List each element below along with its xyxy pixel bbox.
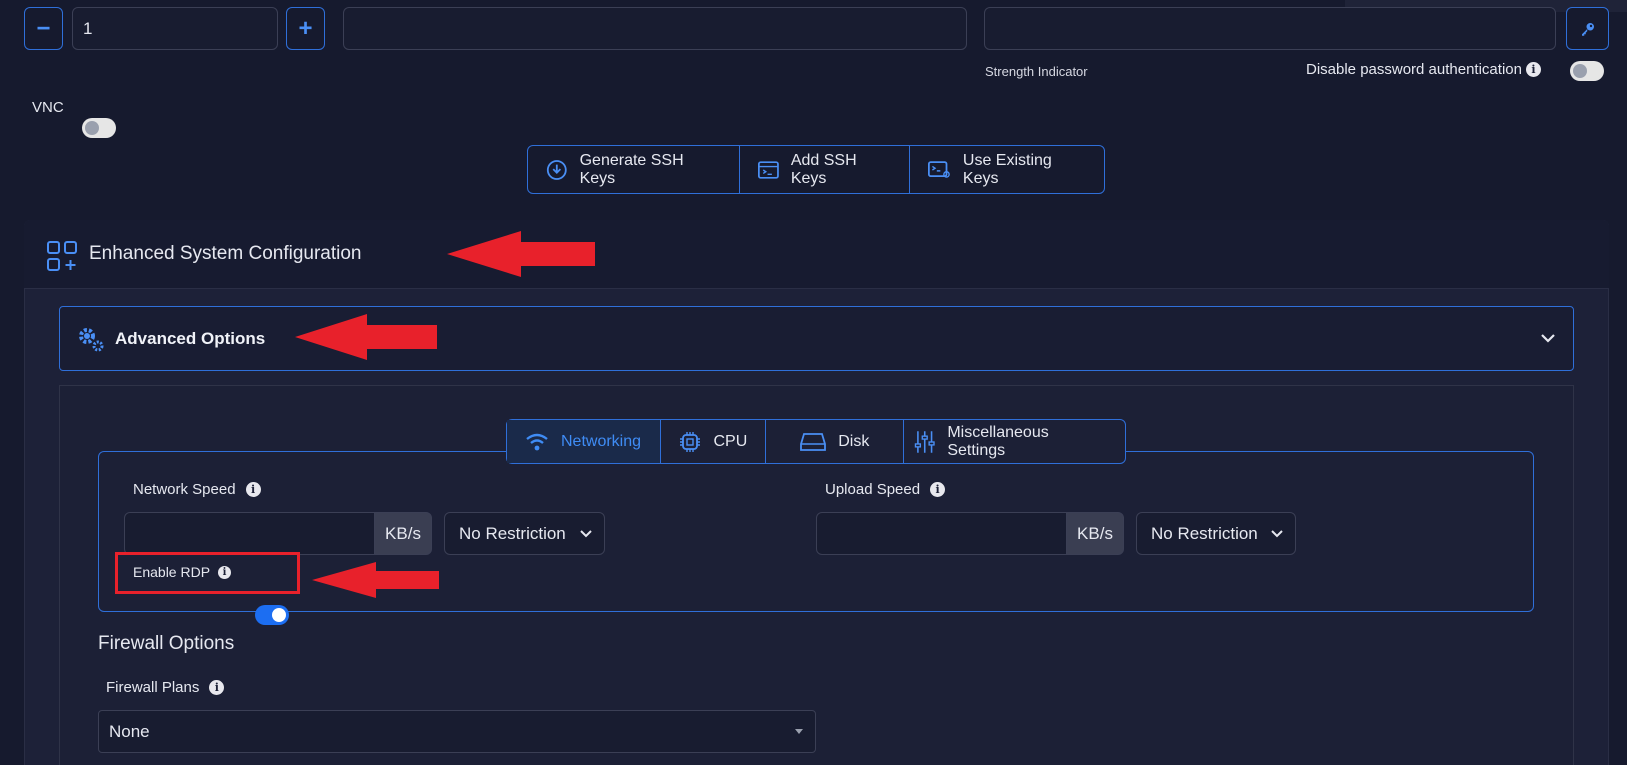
password-key-button[interactable] [1566,7,1609,50]
upload-speed-restriction-select[interactable]: No Restriction [1136,512,1296,555]
disable-password-label: Disable password authentication [1306,61,1522,78]
quantity-input[interactable]: 1 [72,7,278,50]
network-speed-unit: KB/s [374,512,432,555]
annotation-arrow-icon [312,562,439,598]
chevron-down-icon [1271,529,1283,537]
enhanced-config-header[interactable]: Enhanced System Configuration [24,220,1609,289]
disable-password-row: Disable password authentication i [1306,61,1541,78]
vnc-toggle[interactable] [82,118,116,138]
network-speed-restriction-select[interactable]: No Restriction [444,512,605,555]
info-icon[interactable]: i [930,482,946,497]
upload-speed-unit: KB/s [1066,512,1124,555]
add-ssh-keys-label: Add SSH Keys [790,151,857,187]
strength-indicator-label: Strength Indicator [985,64,1088,79]
enable-rdp-row: Enable RDP i [133,564,232,580]
tab-disk[interactable]: Disk [766,420,904,463]
info-icon[interactable]: i [245,482,261,497]
key-icon [1581,22,1594,36]
chevron-down-icon[interactable] [1541,333,1555,343]
download-circle-icon [546,159,567,180]
terminal-key-icon [928,160,950,178]
firewall-plans-value: None [109,721,150,741]
tab-disk-label: Disk [838,432,870,450]
increment-button[interactable]: + [286,7,325,50]
cpu-icon [680,431,701,452]
use-existing-keys-label: Use Existing Keys [962,151,1052,187]
tab-cpu[interactable]: CPU [661,420,767,463]
network-speed-label: Network Speed [133,481,236,498]
info-icon[interactable]: i [209,680,225,695]
firewall-plans-select[interactable]: None [98,710,816,753]
advanced-tabs: Networking CPU Disk Miscellaneous Settin… [506,419,1126,464]
enable-rdp-toggle[interactable] [255,605,289,625]
advanced-options-accordion[interactable]: Advanced Options [59,306,1574,371]
network-speed-label-row: Network Speed i [133,481,261,498]
tab-networking[interactable]: Networking [507,420,662,463]
tab-miscellaneous-label: Miscellaneous Settings [947,423,1049,459]
gears-icon [79,328,104,352]
decrement-button[interactable]: − [24,7,63,50]
wifi-icon [526,433,548,450]
disable-password-toggle[interactable] [1570,61,1604,81]
info-icon[interactable]: i [218,565,232,579]
firewall-options-title: Firewall Options [98,633,235,654]
generate-ssh-keys-button[interactable]: Generate SSH Keys [528,146,740,193]
tab-cpu-label: CPU [713,432,748,450]
network-speed-input[interactable] [124,512,375,555]
password-input[interactable] [984,7,1556,50]
upload-speed-restriction-value: No Restriction [1151,523,1258,543]
add-ssh-keys-button[interactable]: Add SSH Keys [740,146,910,193]
vnc-label: VNC [32,99,64,116]
annotation-arrow-icon [447,231,595,277]
hard-drive-icon [800,432,827,451]
upload-speed-label-row: Upload Speed i [825,481,946,498]
enable-rdp-label: Enable RDP [133,564,211,580]
grid-plus-icon [47,241,77,271]
firewall-plans-label: Firewall Plans [106,679,200,696]
chevron-down-icon [580,529,592,537]
ssh-key-button-group: Generate SSH Keys Add SSH Keys Use Exist… [527,145,1105,194]
upload-speed-label: Upload Speed [825,481,921,498]
firewall-plans-label-row: Firewall Plans i [106,679,225,696]
enhanced-config-title: Enhanced System Configuration [89,243,362,264]
tab-miscellaneous[interactable]: Miscellaneous Settings [904,420,1125,463]
use-existing-keys-button[interactable]: Use Existing Keys [910,146,1104,193]
tab-networking-label: Networking [561,432,642,450]
upload-speed-input[interactable] [816,512,1068,555]
annotation-arrow-icon [295,314,437,360]
generate-ssh-keys-label: Generate SSH Keys [579,151,684,187]
info-icon[interactable]: i [1525,62,1541,77]
caret-down-icon [795,729,803,734]
advanced-options-title: Advanced Options [115,329,266,348]
network-speed-restriction-value: No Restriction [459,523,566,543]
name-input[interactable] [343,7,967,50]
terminal-icon [758,160,779,179]
sliders-icon [914,430,935,453]
